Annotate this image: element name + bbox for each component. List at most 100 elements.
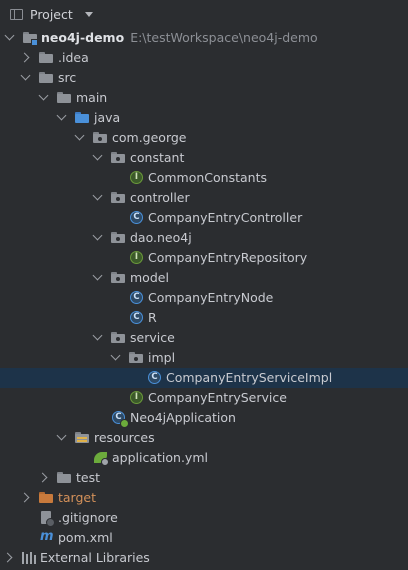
class-icon: C bbox=[130, 291, 143, 304]
tree-item-label: Neo4jApplication bbox=[130, 410, 236, 425]
chevron-down-icon[interactable] bbox=[92, 330, 103, 341]
project-view-icon bbox=[10, 9, 23, 20]
tree-item-label: model bbox=[130, 270, 169, 285]
tree-item-label: CompanyEntryController bbox=[148, 210, 303, 225]
chevron-down-icon[interactable] bbox=[85, 12, 93, 17]
tree-item-pom-xml[interactable]: m pom.xml bbox=[0, 528, 408, 548]
tree-item-label: main bbox=[76, 90, 108, 105]
package-icon bbox=[111, 152, 125, 163]
tree-item-controller[interactable]: controller bbox=[0, 188, 408, 208]
tree-item-neo4japplication[interactable]: C Neo4jApplication bbox=[0, 408, 408, 428]
tree-item-label: CompanyEntryRepository bbox=[148, 250, 308, 265]
tree-item-resources[interactable]: resources bbox=[0, 428, 408, 448]
folder-icon bbox=[57, 92, 71, 103]
chevron-down-icon[interactable] bbox=[92, 150, 103, 161]
chevron-right-icon[interactable] bbox=[2, 552, 13, 563]
package-icon bbox=[111, 232, 125, 243]
tree-item-neo4j-demo[interactable]: neo4j-demo E:\testWorkspace\neo4j-demo bbox=[0, 28, 408, 48]
tree-item-label: CompanyEntryServiceImpl bbox=[166, 370, 333, 385]
chevron-down-icon[interactable] bbox=[56, 110, 67, 121]
tree-item-external-libraries[interactable]: External Libraries bbox=[0, 548, 408, 568]
tree-item-com-george[interactable]: com.george bbox=[0, 128, 408, 148]
tree-item-label: External Libraries bbox=[40, 550, 150, 565]
folder-icon bbox=[57, 472, 71, 483]
tree-item-dao-neo4j[interactable]: dao.neo4j bbox=[0, 228, 408, 248]
chevron-down-icon[interactable] bbox=[20, 70, 31, 81]
tree-item-companyentryservice[interactable]: I CompanyEntryService bbox=[0, 388, 408, 408]
package-icon bbox=[93, 132, 107, 143]
folder-icon bbox=[39, 52, 53, 63]
tree-item-main[interactable]: main bbox=[0, 88, 408, 108]
maven-icon: m bbox=[40, 529, 54, 544]
chevron-down-icon[interactable] bbox=[74, 130, 85, 141]
tree-item-gitignore[interactable]: .gitignore bbox=[0, 508, 408, 528]
tree-item-companyentrynode[interactable]: C CompanyEntryNode bbox=[0, 288, 408, 308]
class-icon: C bbox=[130, 211, 143, 224]
chevron-down-icon[interactable] bbox=[92, 190, 103, 201]
tree-item-label: dao.neo4j bbox=[130, 230, 192, 245]
chevron-right-icon[interactable] bbox=[19, 492, 30, 503]
tree-item-label: java bbox=[94, 110, 121, 125]
tree-item-companyentryrepository[interactable]: I CompanyEntryRepository bbox=[0, 248, 408, 268]
interface-icon: I bbox=[130, 391, 143, 404]
libraries-icon bbox=[22, 552, 36, 564]
tree-item-label: service bbox=[130, 330, 175, 345]
tree-item-label: test bbox=[76, 470, 101, 485]
package-icon bbox=[111, 192, 125, 203]
package-icon bbox=[129, 352, 143, 363]
tree-item-commonconstants[interactable]: I CommonConstants bbox=[0, 168, 408, 188]
chevron-right-icon[interactable] bbox=[37, 472, 48, 483]
chevron-down-icon[interactable] bbox=[38, 90, 49, 101]
tree-item-label: com.george bbox=[112, 130, 187, 145]
spring-leaf-icon bbox=[120, 419, 129, 428]
tree-item-java[interactable]: java bbox=[0, 108, 408, 128]
tree-item-companyentrycontroller[interactable]: C CompanyEntryController bbox=[0, 208, 408, 228]
tree-item-label: R bbox=[148, 310, 157, 325]
tree-item-label: application.yml bbox=[112, 450, 208, 465]
class-icon: C bbox=[148, 371, 161, 384]
tree-item-idea[interactable]: .idea bbox=[0, 48, 408, 68]
tree-item-label: resources bbox=[94, 430, 155, 445]
chevron-down-icon[interactable] bbox=[110, 350, 121, 361]
gear-icon bbox=[101, 458, 109, 466]
tree-item-service[interactable]: service bbox=[0, 328, 408, 348]
chevron-down-icon[interactable] bbox=[92, 270, 103, 281]
chevron-down-icon[interactable] bbox=[4, 30, 15, 41]
interface-icon: I bbox=[130, 171, 143, 184]
resources-folder-icon bbox=[75, 432, 89, 443]
project-view-title[interactable]: Project bbox=[30, 7, 73, 22]
class-icon: C bbox=[130, 311, 143, 324]
tree-item-impl[interactable]: impl bbox=[0, 348, 408, 368]
tree-item-label: pom.xml bbox=[58, 530, 113, 545]
tree-item-label: neo4j-demo E:\testWorkspace\neo4j-demo bbox=[41, 30, 318, 45]
tree-item-test[interactable]: test bbox=[0, 468, 408, 488]
tree-item-label: impl bbox=[148, 350, 176, 365]
tree-item-model[interactable]: model bbox=[0, 268, 408, 288]
tree-item-target[interactable]: target bbox=[0, 488, 408, 508]
tree-item-label: CompanyEntryService bbox=[148, 390, 287, 405]
tree-item-application-yml[interactable]: application.yml bbox=[0, 448, 408, 468]
chevron-down-icon[interactable] bbox=[56, 430, 67, 441]
tree-item-label: CommonConstants bbox=[148, 170, 268, 185]
package-icon bbox=[111, 332, 125, 343]
tree-item-label: target bbox=[58, 490, 97, 505]
chevron-right-icon[interactable] bbox=[19, 52, 30, 63]
interface-icon: I bbox=[130, 251, 143, 264]
tree-item-constant[interactable]: constant bbox=[0, 148, 408, 168]
package-icon bbox=[111, 272, 125, 283]
tree-item-label: constant bbox=[130, 150, 185, 165]
module-folder-icon bbox=[23, 32, 38, 46]
tree-item-label: src bbox=[58, 70, 77, 85]
tree-item-src[interactable]: src bbox=[0, 68, 408, 88]
folder-icon bbox=[39, 72, 53, 83]
source-folder-icon bbox=[75, 112, 89, 123]
tree-item-r[interactable]: C R bbox=[0, 308, 408, 328]
excluded-folder-icon bbox=[39, 492, 53, 503]
chevron-down-icon[interactable] bbox=[92, 230, 103, 241]
tree-item-label: .idea bbox=[58, 50, 89, 65]
tree-item-companyentryserviceimpl[interactable]: C CompanyEntryServiceImpl bbox=[0, 368, 408, 388]
module-path: E:\testWorkspace\neo4j-demo bbox=[130, 30, 318, 45]
project-tool-window-header: Project bbox=[0, 0, 408, 30]
tree-item-label: controller bbox=[130, 190, 190, 205]
ignore-badge-icon bbox=[46, 518, 55, 527]
